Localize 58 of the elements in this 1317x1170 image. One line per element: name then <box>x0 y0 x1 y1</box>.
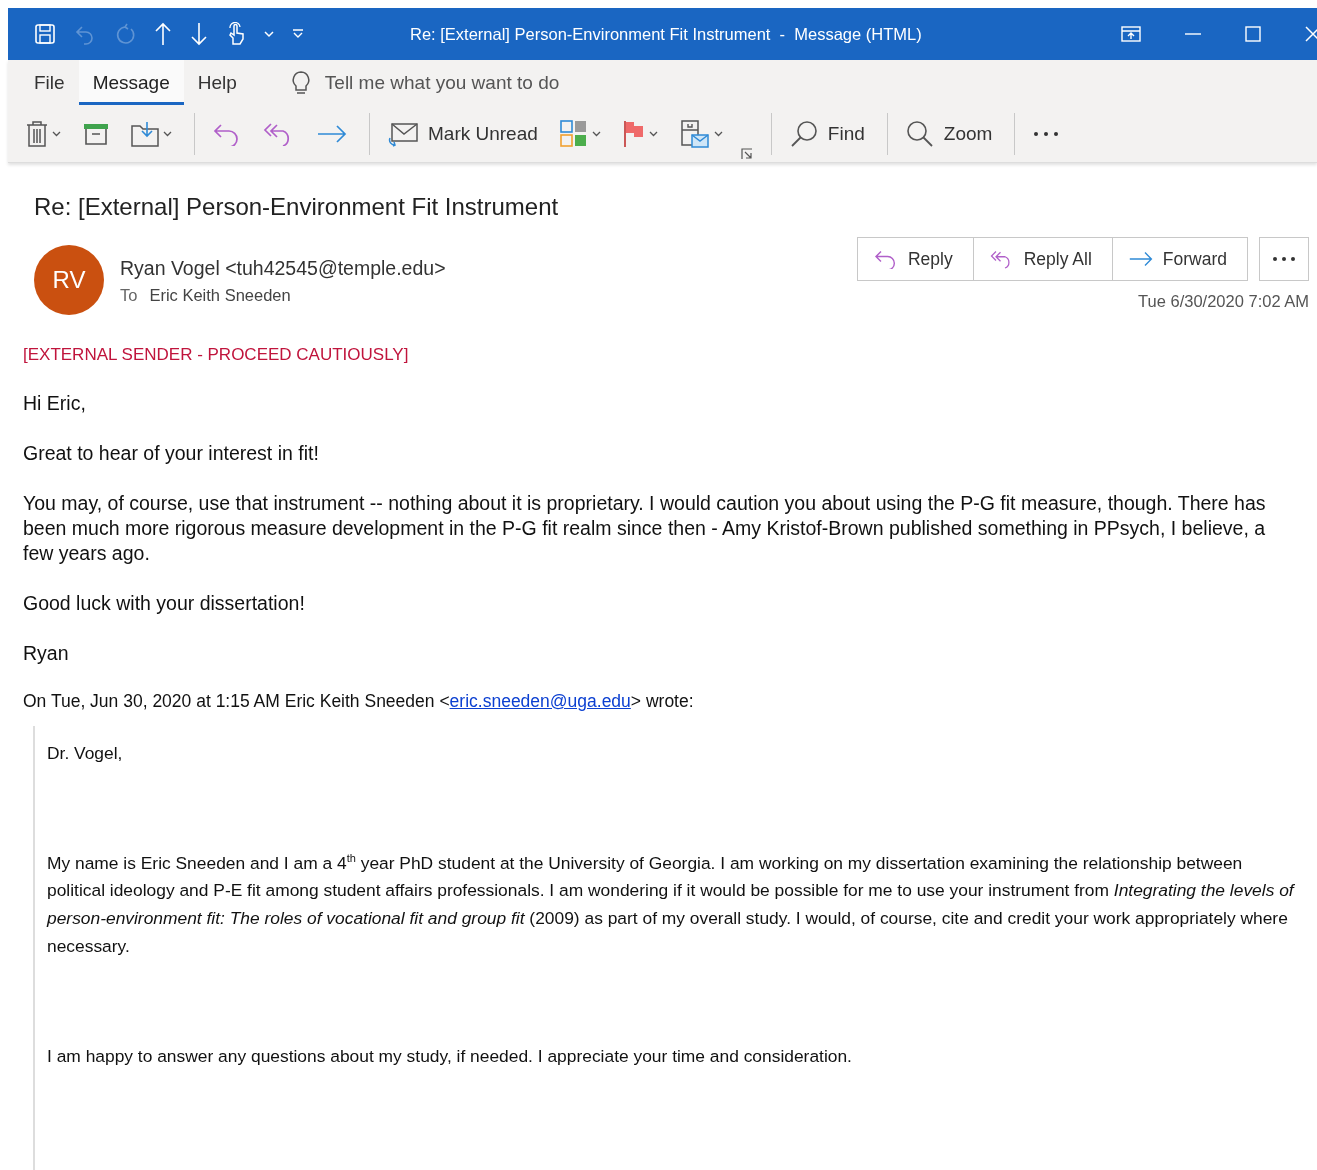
recipient-name: Eric Keith Sneeden <box>149 286 291 305</box>
down-arrow-icon[interactable] <box>190 22 208 46</box>
message-paragraph: Hi Eric, <box>23 391 87 416</box>
ribbon-display-icon[interactable] <box>1121 26 1141 42</box>
archive-icon[interactable] <box>83 122 109 145</box>
external-sender-warning: [EXTERNAL SENDER - PROCEED CAUTIOUSLY] <box>23 345 410 365</box>
dialog-launcher-icon[interactable] <box>740 148 753 160</box>
ribbon-tab[interactable]: Message <box>78 60 184 105</box>
message-subject: Re: [External] Person-Environment Fit Instrument <box>34 193 560 221</box>
dropdown-caret-icon[interactable] <box>591 130 601 137</box>
reply-icon[interactable] <box>213 121 241 146</box>
caret-icon[interactable] <box>264 30 274 38</box>
find-button[interactable]: Find <box>827 122 865 145</box>
message-paragraph: Good luck with your dissertation! <box>23 591 306 616</box>
envelope-icon[interactable] <box>388 120 418 147</box>
search-icon[interactable] <box>905 119 934 148</box>
sender-avatar: RV <box>34 245 104 315</box>
more-icon[interactable] <box>1033 130 1060 137</box>
ribbon-tab[interactable]: Help <box>183 60 251 105</box>
customize-toolbar-icon[interactable] <box>292 29 304 39</box>
quoted-paragraph: My name is Eric Sneeden and I am a 4$^{th}$ year PhD student at the University of Georgia. I am working on my dissertation examining the relationship between political ideology and P-E fit among student affairs professionals. I am wondering if it would be possible for me to use your instrument from Integrating the levels of person-environment fit: The roles of vocational fit and group fit (2009) as part of my overall study. I would, of course, cite and credit your work appropriately where necessary. <box>47 850 1296 958</box>
folder-move-icon[interactable] <box>131 120 159 147</box>
save-icon[interactable] <box>34 23 56 45</box>
email-link[interactable]: eric.sneeden@uga.edu <box>449 691 631 711</box>
more-icon[interactable] <box>1272 256 1296 262</box>
mark-unread-button[interactable]: Mark Unread <box>428 122 538 145</box>
quoted-paragraph: I am happy to answer any questions about my study, if needed. I appreciate your time and consideration. <box>47 1044 853 1068</box>
dropdown-caret-icon[interactable] <box>163 130 172 137</box>
up-arrow-icon[interactable] <box>154 22 172 46</box>
reply-button[interactable]: Reply <box>856 237 974 281</box>
to-label: To <box>120 286 138 305</box>
window-title: Re: [External] Person-Environment Fit Instrument - Message (HTML) <box>410 23 922 45</box>
message-paragraph: Great to hear of your interest in fit! <box>23 441 320 466</box>
dropdown-caret-icon[interactable] <box>648 130 658 137</box>
message-paragraph: You may, of course, use that instrument -- nothing about it is proprietary. I would caution you about using the P-G fit measure, though. There has been much more rigorous measure development in the P-G fit realm since then - Amy Kristof-Brown published something in PPsych, I believe, a few years ago. <box>23 491 1267 566</box>
message-paragraph: Ryan <box>23 641 70 666</box>
maximize-icon[interactable] <box>1245 26 1261 42</box>
close-icon[interactable] <box>1305 26 1317 42</box>
reply-all-button[interactable]: Reply All <box>972 237 1113 281</box>
forward-arrow-icon[interactable] <box>1128 249 1153 269</box>
sender-name: Ryan Vogel <tuh42545@temple.edu> <box>120 257 446 280</box>
rules-icon[interactable] <box>679 118 710 149</box>
forward-arrow-icon[interactable] <box>317 124 347 143</box>
zoom-button[interactable]: Zoom <box>943 122 993 145</box>
hand-pointer-icon[interactable] <box>226 22 246 46</box>
forward-button[interactable]: Forward <box>1111 237 1248 281</box>
quoted-paragraph: Dr. Vogel, <box>47 742 124 765</box>
quote-header: On Tue, Jun 30, 2020 at 1:15 AM Eric Keith Sneeden <eric.sneeden@uga.edu> wrote: <box>23 691 695 712</box>
message-date: Tue 6/30/2020 7:02 AM <box>1138 292 1309 311</box>
ribbon-tab[interactable]: File <box>20 60 79 105</box>
flag-icon[interactable] <box>622 119 645 148</box>
lightbulb-icon[interactable] <box>290 69 311 96</box>
find-icon[interactable] <box>789 119 818 148</box>
dropdown-caret-icon[interactable] <box>52 130 61 137</box>
trash-icon[interactable] <box>26 120 48 147</box>
tell-me-field[interactable]: Tell me what you want to do <box>324 71 560 94</box>
reply-icon[interactable] <box>873 249 898 269</box>
dropdown-caret-icon[interactable] <box>713 130 723 137</box>
